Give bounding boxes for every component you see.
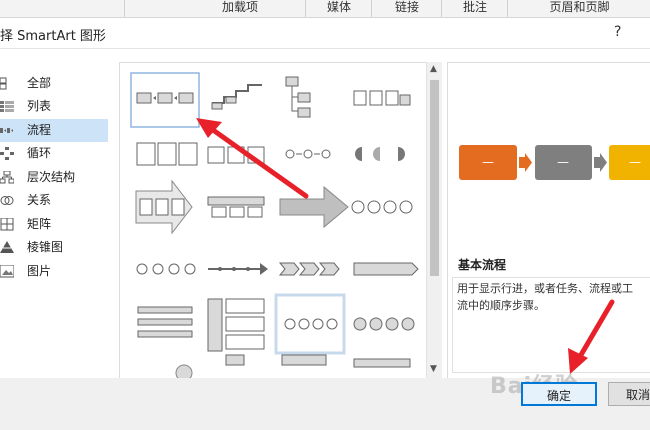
annotation-arrows — [196, 118, 615, 374]
annotation-arrow-ok — [568, 299, 615, 374]
annotation-arrow-gallery — [196, 118, 309, 199]
